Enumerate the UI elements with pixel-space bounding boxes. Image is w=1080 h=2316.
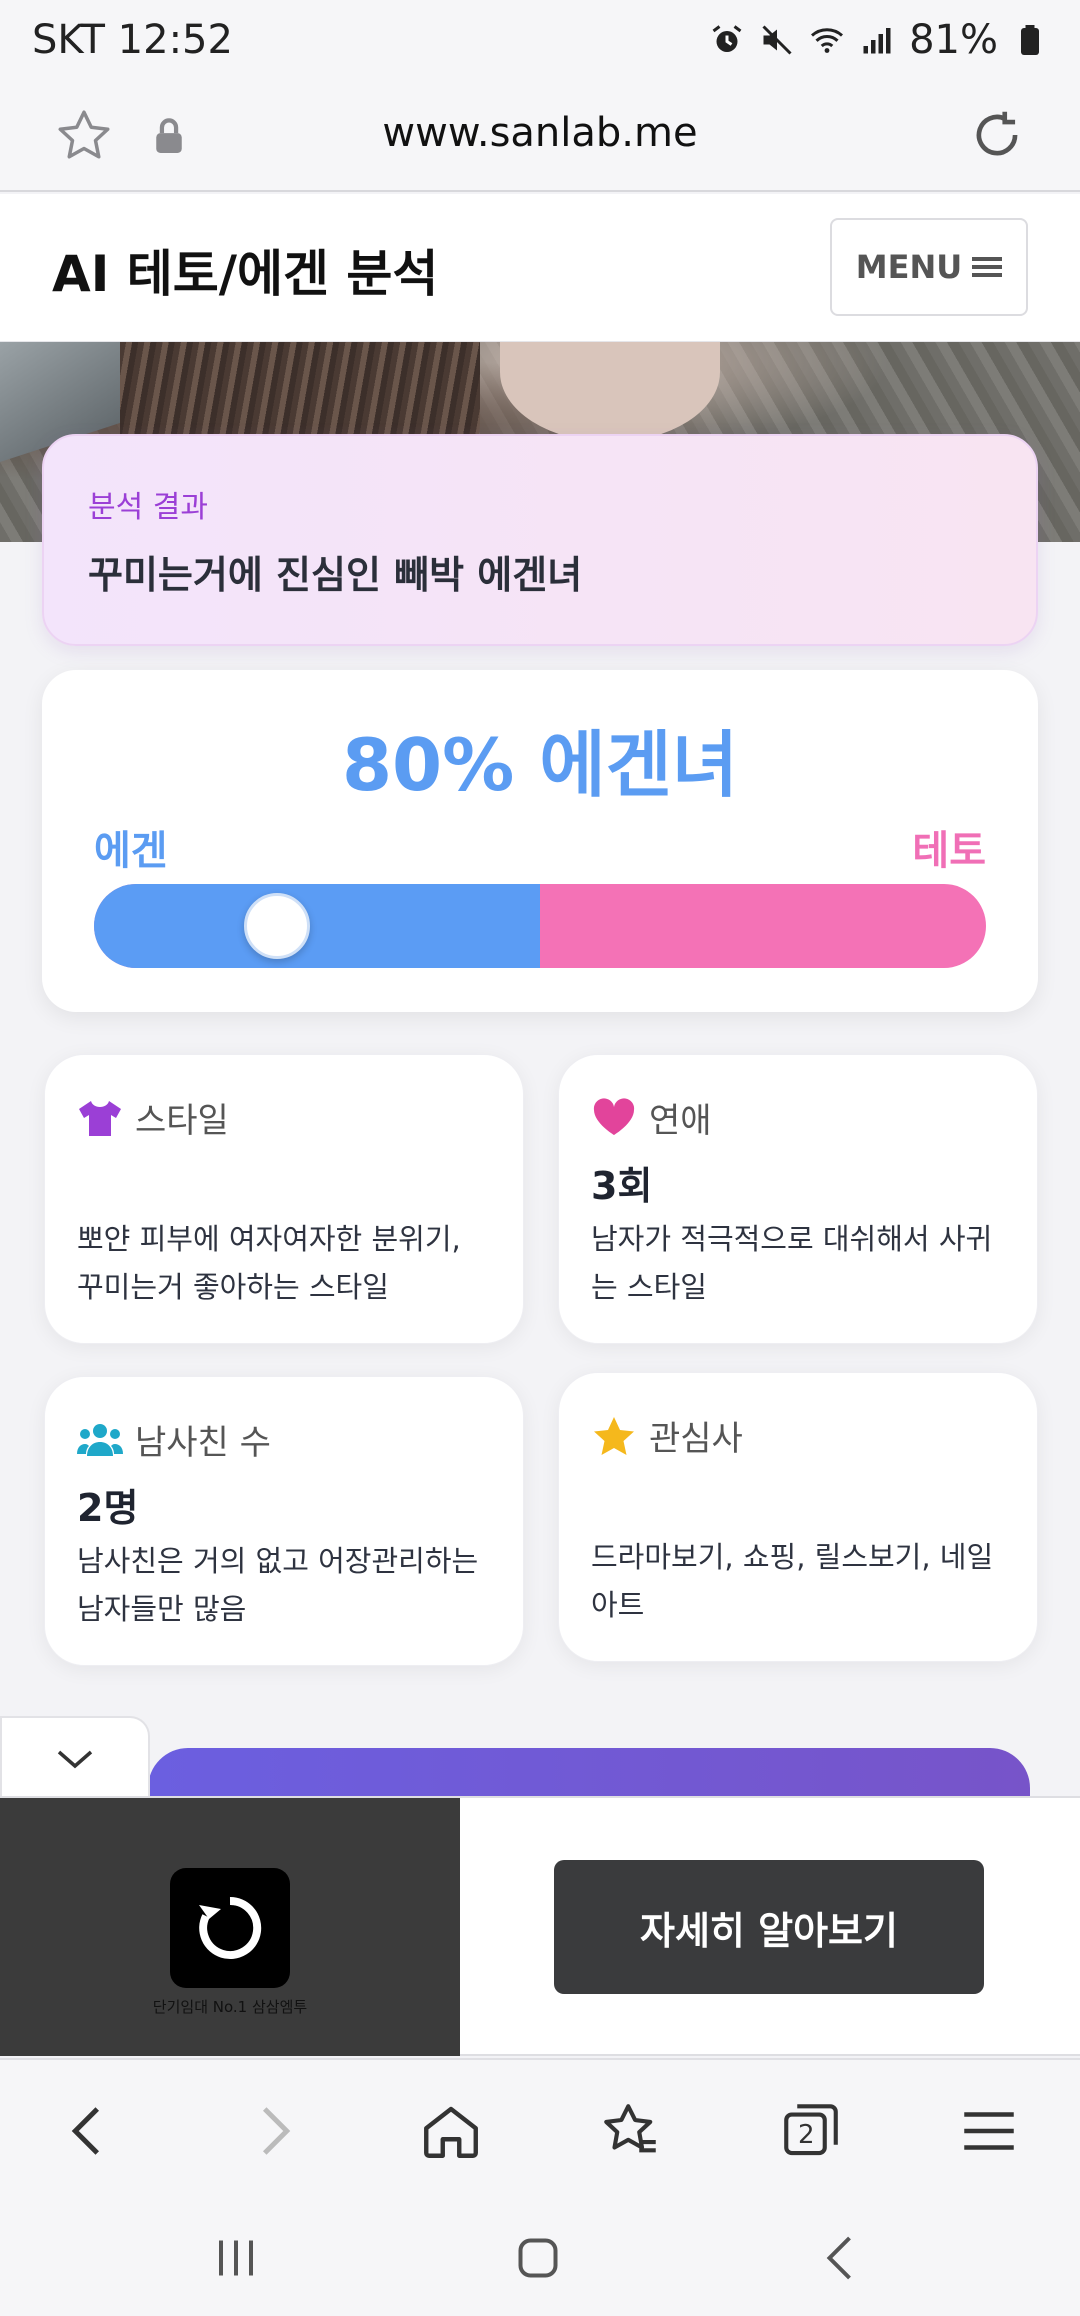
bookmarks-icon[interactable] [598,2098,664,2164]
back-icon[interactable] [56,2098,122,2164]
users-icon [77,1423,123,1456]
chevron-down-icon [57,1750,93,1769]
ad-logo [170,1868,290,1988]
shirt-icon [79,1100,121,1136]
dating-desc-line2: 는 스타일 [591,1270,707,1304]
interests-title: 관심사 [649,1419,743,1459]
main-content: 분석 결과 꾸미는거에 진심인 빼박 에겐녀 80% 에겐녀 에겐 테토 스타일… [0,434,1080,1796]
url-field[interactable]: www.sanlab.me [0,110,1080,156]
hamburger-icon [972,257,1003,277]
site-header: AI 테토/에겐 분석 MENU [0,194,1080,342]
mute-icon [762,25,792,55]
menu-label: MENU [855,248,963,286]
wifi-icon [811,28,844,53]
result-card: 분석 결과 꾸미는거에 진심인 빼박 에겐녀 [42,434,1038,646]
back-nav-icon[interactable] [812,2228,872,2288]
alarm-icon [712,25,742,52]
menu-button[interactable]: MENU [830,218,1028,316]
heart-icon [593,1097,635,1135]
browser-toolbar: 2 [0,2058,1080,2198]
friends-desc-line2: 남자들만 많음 [77,1592,247,1626]
friends-title: 남사친 수 [135,1423,271,1463]
friends-desc-line1: 남사친은 거의 없고 어장관리하는 [77,1544,479,1578]
hero-face-shape [500,342,720,442]
battery-percent: 81% [909,17,998,63]
purple-button-peek[interactable] [148,1748,1030,1798]
home-nav-icon[interactable] [508,2228,568,2288]
recents-icon[interactable] [206,2228,266,2288]
dating-card: 연애 3회 남자가 적극적으로 대쉬해서 사귀 는 스타일 [558,1054,1038,1344]
dating-title: 연애 [649,1101,712,1141]
egen-fill [94,884,540,968]
dating-desc-line1: 남자가 적극적으로 대쉬해서 사귀 [591,1222,993,1256]
signal-icon [863,28,891,54]
tabs-count: 2 [798,2120,815,2150]
interests-card: 관심사 드라마보기, 쇼핑, 릴스보기, 네일 아트 [558,1372,1038,1662]
egen-teto-meter [94,884,986,968]
home-icon[interactable] [418,2098,484,2164]
result-label: 분석 결과 [88,490,208,525]
egen-label: 에겐 [94,828,168,874]
interests-desc-line1: 드라마보기, 쇼핑, 릴스보기, 네일 [591,1540,994,1574]
style-card: 스타일 뽀얀 피부에 여자여자한 분위기, 꾸미는거 좋아하는 스타일 [44,1054,524,1344]
score-card: 80% 에겐녀 에겐 테토 [42,670,1038,1012]
star-icon [594,1416,634,1455]
teto-label: 테토 [912,828,986,874]
ad-banner[interactable]: 단기임대 No.1 삼삼엠투 자세히 알아보기 [0,1796,1080,2056]
friends-card: 남사친 수 2명 남사친은 거의 없고 어장관리하는 남자들만 많음 [44,1376,524,1666]
interests-desc-line2: 아트 [591,1588,645,1622]
style-desc-line2: 꾸미는거 좋아하는 스타일 [77,1270,389,1304]
score-headline: 80% 에겐녀 [341,723,739,807]
carrier-time: SKT 12:52 [32,17,233,63]
friends-value: 2명 [77,1486,139,1530]
tabs-button[interactable]: 2 [778,2098,844,2164]
dating-value: 3회 [591,1164,653,1208]
result-title: 꾸미는거에 진심인 빼박 에겐녀 [88,553,583,597]
ad-cta-button[interactable]: 자세히 알아보기 [554,1860,984,1994]
menu-icon[interactable] [956,2098,1022,2164]
system-nav-bar [0,2198,1080,2316]
battery-icon [1021,25,1039,55]
forward-icon[interactable] [240,2098,306,2164]
ad-image[interactable]: 단기임대 No.1 삼삼엠투 [0,1798,460,2056]
ad-collapse-tab[interactable] [0,1716,150,1800]
meter-knob [244,893,310,959]
status-icons: 81% [709,17,1048,63]
ad-logo-icon [199,1896,262,1959]
status-bar: SKT 12:52 81% [0,0,1080,80]
ad-caption: 단기임대 No.1 삼삼엠투 [152,1998,308,2016]
address-bar: www.sanlab.me [0,80,1080,192]
reload-icon[interactable] [966,104,1028,166]
style-title: 스타일 [135,1101,229,1141]
style-desc-line1: 뽀얀 피부에 여자여자한 분위기, [77,1222,461,1256]
site-title[interactable]: AI 테토/에겐 분석 [52,234,438,306]
